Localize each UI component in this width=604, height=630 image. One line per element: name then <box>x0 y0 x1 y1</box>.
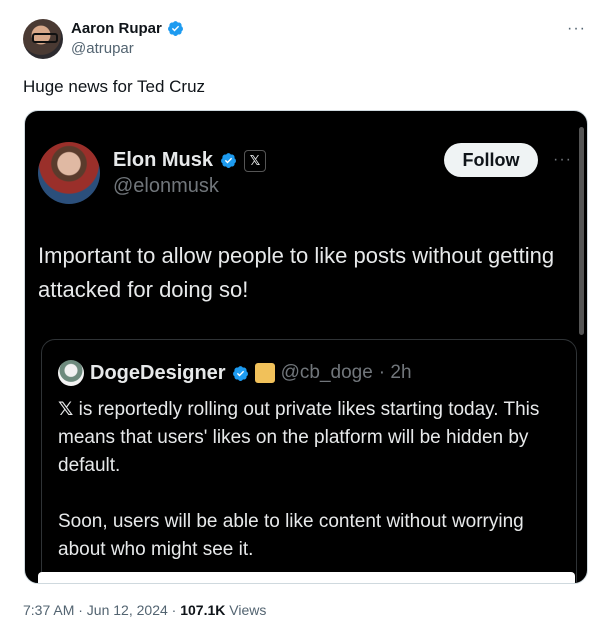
follow-button: Follow <box>444 143 538 177</box>
embedded-author-row: Elon Musk 𝕏 <box>113 149 267 172</box>
x-badge-icon: 𝕏 <box>244 149 267 172</box>
quoted-author-avatar <box>58 360 84 386</box>
embedded-screenshot-card[interactable]: Elon Musk 𝕏 @elonmusk Follow ··· Importa… <box>24 110 588 584</box>
embedded-author-avatar <box>38 142 100 204</box>
tweet-text: Huge news for Ted Cruz <box>23 77 206 96</box>
quoted-post-header: DogeDesigner @cb_doge · 2h <box>58 360 412 386</box>
quoted-post-time: · 2h <box>378 362 412 383</box>
tweet-author-avatar[interactable] <box>23 19 63 59</box>
tweet-more-icon[interactable]: ··· <box>567 20 586 38</box>
tweet-date[interactable]: 7:37 AM · Jun 12, 2024 · <box>23 602 176 618</box>
quoted-author-handle: @cb_doge <box>280 362 373 383</box>
scrollbar[interactable] <box>579 127 584 335</box>
embedded-author-name: Elon Musk <box>113 149 214 171</box>
tweet-timestamp: 7:37 AM · Jun 12, 2024 · 107.1K Views <box>23 602 266 618</box>
embedded-more-icon: ··· <box>553 151 572 168</box>
quoted-author-name: DogeDesigner <box>90 361 226 384</box>
verified-badge-icon <box>221 153 236 168</box>
x-logo-icon: 𝕏 <box>58 399 74 420</box>
tweet-author-name[interactable]: Aaron Rupar <box>71 20 162 37</box>
quoted-post-body: 𝕏 is reportedly rolling out private like… <box>58 396 558 564</box>
verified-badge-icon <box>167 21 183 36</box>
embedded-author-handle: @elonmusk <box>113 175 219 197</box>
tweet-author-handle[interactable]: @atrupar <box>71 40 134 57</box>
doge-icon <box>254 363 275 383</box>
card-bottom-strip <box>38 572 575 583</box>
quoted-post-text: is reportedly rolling out private likes … <box>58 399 540 560</box>
views-count: 107.1K <box>180 602 226 618</box>
quoted-post: DogeDesigner @cb_doge · 2h 𝕏 is reported… <box>41 339 577 583</box>
verified-badge-icon <box>232 365 248 381</box>
tweet-author-row: Aaron Rupar <box>71 20 184 37</box>
embedded-post-text: Important to allow people to like posts … <box>38 243 555 302</box>
views-label: Views <box>229 602 267 618</box>
